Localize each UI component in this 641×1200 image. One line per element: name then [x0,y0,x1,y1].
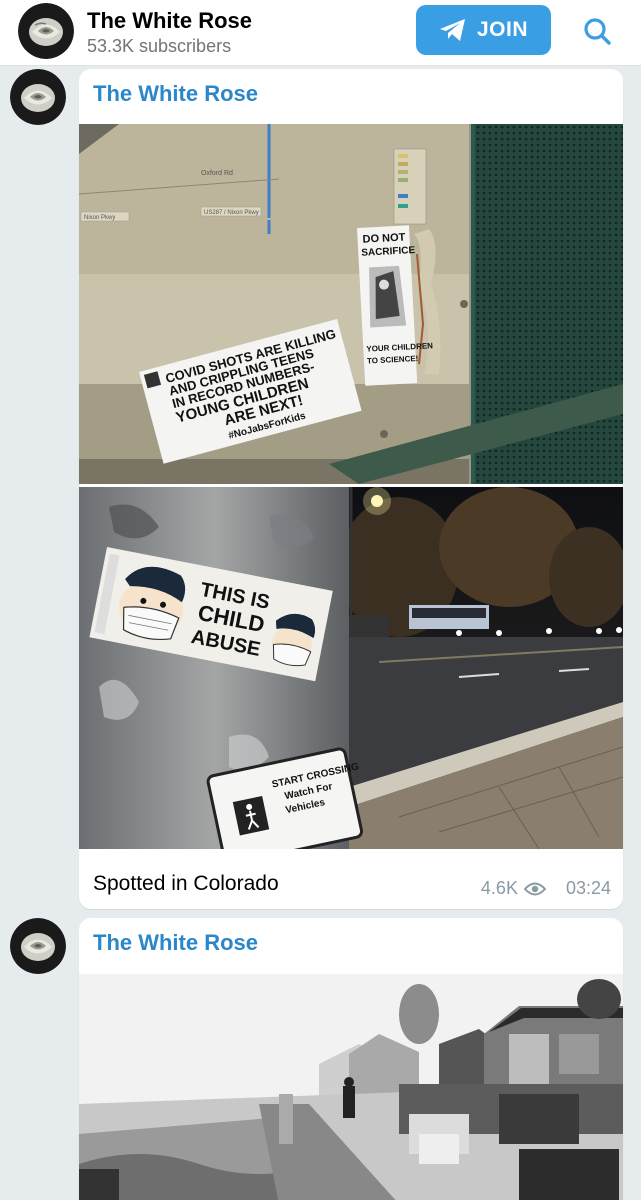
join-button[interactable]: JOIN [416,5,551,55]
message-photo[interactable]: Oxford Rd US287 / Nixon Pkwy Nixon Pkwy [79,124,623,484]
eye-icon [523,882,546,895]
message-avatar[interactable] [10,69,66,125]
map-label: Nixon Pkwy [84,215,115,221]
message-time: 03:24 [565,878,611,898]
subscriber-count: 53.3K subscribers [87,36,232,56]
search-icon[interactable] [580,14,614,48]
channel-avatar[interactable] [18,3,74,59]
message-avatar[interactable] [10,918,66,974]
channel-title: The White Rose [87,8,253,33]
message-photo[interactable]: THIS IS CHILD ABUSE START CROSSING Watch… [79,487,623,849]
message-photo[interactable] [79,974,623,1200]
map-label: Oxford Rd [201,170,233,177]
view-count: 4.6K [480,878,518,898]
sticker-text: DO NOT [362,231,406,245]
join-label: JOIN [476,18,528,41]
message-author[interactable]: The White Rose [93,930,258,956]
message-bubble: The White Rose [79,918,623,1200]
message-meta: 4.6K 03:24 [481,878,611,899]
channel-header: The White Rose 53.3K subscribers JOIN [0,0,641,66]
telegram-plane-icon [439,19,465,41]
message-author[interactable]: The White Rose [93,81,258,107]
map-label: US287 / Nixon Pkwy [204,210,259,216]
message-caption: Spotted in Colorado [93,872,279,895]
message-bubble: The White Rose Oxford Rd US287 / Nixon P… [79,69,623,909]
